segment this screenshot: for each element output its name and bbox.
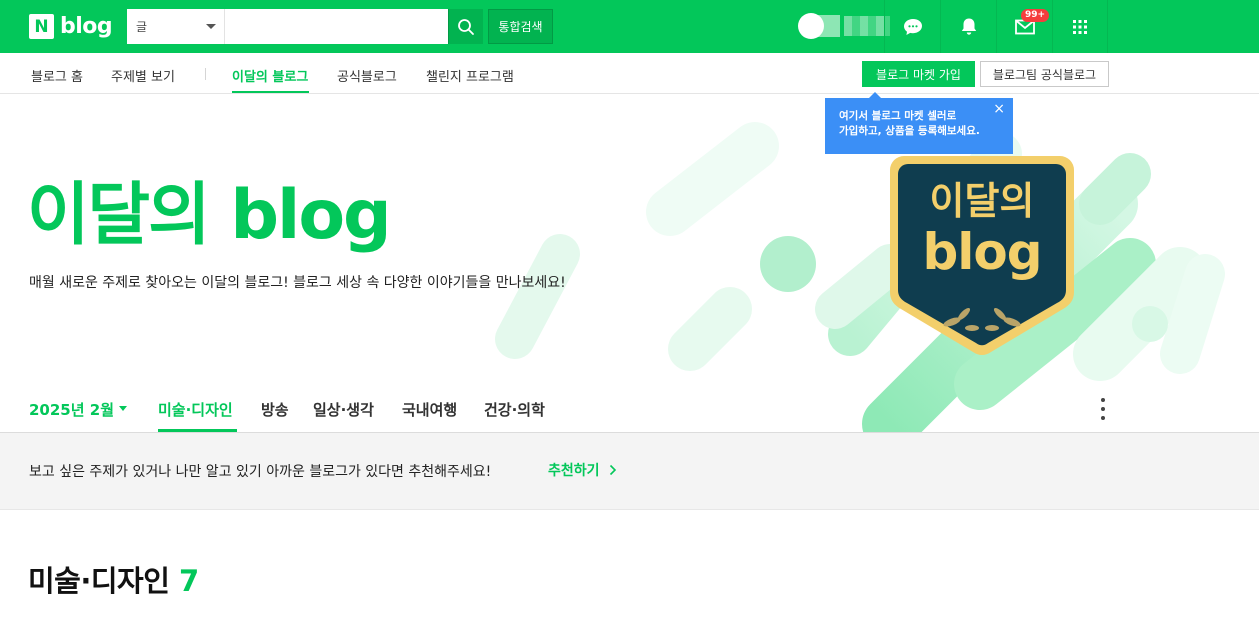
tab-domestic-travel[interactable]: 국내여행 (402, 399, 457, 420)
tab-art-design[interactable]: 미술·디자인 (158, 399, 233, 420)
tooltip-line-2: 가입하고, 상품을 등록해보세요. (839, 125, 980, 137)
close-icon[interactable]: × (993, 102, 1005, 117)
recommend-banner: 보고 싶은 주제가 있거나 나만 알고 있기 아까운 블로그가 있다면 추천해주… (0, 433, 1259, 510)
section-title-label: 미술·디자인 (28, 564, 170, 598)
tab-broadcast[interactable]: 방송 (261, 399, 289, 420)
chevron-down-icon[interactable] (119, 406, 127, 411)
market-tooltip: 여기서 블로그 마켓 셀러로 가입하고, 상품을 등록해보세요. × (825, 92, 1013, 154)
blog-logo-text: blog (60, 14, 113, 39)
subnav-divider (205, 68, 206, 80)
user-profile[interactable] (798, 13, 890, 39)
grid-icon (1073, 19, 1087, 34)
hero-banner: 이달의 blog 매월 새로운 주제로 찾아오는 이달의 블로그! 블로그 세상… (0, 94, 1259, 432)
section-count: 7 (179, 564, 199, 598)
tooltip-line-1: 여기서 블로그 마켓 셀러로 (839, 110, 957, 122)
active-tab-indicator (158, 429, 237, 432)
more-options-icon[interactable] (1098, 398, 1108, 420)
naver-blog-logo[interactable]: N blog (29, 14, 113, 39)
search-input[interactable] (225, 10, 447, 43)
subnav-official-blogs[interactable]: 공식블로그 (337, 66, 397, 85)
subnav-blog-of-month[interactable]: 이달의 블로그 (232, 66, 308, 85)
search-bar: 글 (127, 9, 483, 44)
hero-title: 이달의 blog (27, 176, 392, 255)
category-tabs: 2025년 2월 미술·디자인 방송 일상·생각 국내여행 건강·의학 (0, 390, 1259, 433)
subnav-blog-home[interactable]: 블로그 홈 (31, 66, 83, 85)
badge-text-blog: blog (922, 223, 1042, 281)
tab-daily-thoughts[interactable]: 일상·생각 (313, 399, 374, 420)
integrated-search-button[interactable]: 통합검색 (488, 9, 553, 44)
blog-team-official-button[interactable]: 블로그팀 공식블로그 (980, 61, 1109, 87)
chat-bubble-icon (903, 18, 922, 35)
bell-icon (961, 18, 976, 35)
mail-button[interactable]: 99+ (996, 0, 1052, 53)
search-icon (458, 18, 474, 35)
chevron-right-icon (610, 464, 617, 476)
recommend-text: 보고 싶은 주제가 있거나 나만 알고 있기 아까운 블로그가 있다면 추천해주… (29, 464, 492, 480)
chat-button[interactable] (884, 0, 940, 53)
search-button[interactable] (448, 9, 483, 44)
notification-button[interactable] (940, 0, 996, 53)
recommend-link-label: 추천하기 (548, 463, 600, 479)
section-title: 미술·디자인 7 (28, 558, 199, 600)
naver-logo-mark: N (29, 14, 54, 39)
apps-menu-button[interactable] (1052, 0, 1108, 53)
mail-count-badge: 99+ (1021, 9, 1050, 22)
search-category-select[interactable]: 글 (127, 9, 225, 44)
subnav-challenge-program[interactable]: 챌린지 프로그램 (426, 66, 514, 85)
badge-text-month: 이달의 (929, 179, 1035, 223)
active-tab-indicator (232, 91, 309, 93)
blog-market-join-button[interactable]: 블로그 마켓 가입 (862, 61, 975, 87)
top-navigation-bar: N blog 글 통합검색 99+ (0, 0, 1259, 53)
subnav-topics[interactable]: 주제별 보기 (111, 66, 175, 85)
hero-subtitle: 매월 새로운 주제로 찾아오는 이달의 블로그! 블로그 세상 속 다양한 이야… (29, 275, 566, 291)
avatar-blur (818, 15, 840, 37)
search-category-label: 글 (136, 20, 148, 34)
chevron-down-icon (206, 24, 216, 29)
month-selector[interactable]: 2025년 2월 (29, 399, 114, 420)
recommend-link[interactable]: 추천하기 (548, 460, 617, 480)
tab-health-medicine[interactable]: 건강·의학 (484, 399, 545, 420)
sub-navigation: 블로그 홈 주제별 보기 이달의 블로그 공식블로그 챌린지 프로그램 블로그 … (0, 53, 1259, 94)
